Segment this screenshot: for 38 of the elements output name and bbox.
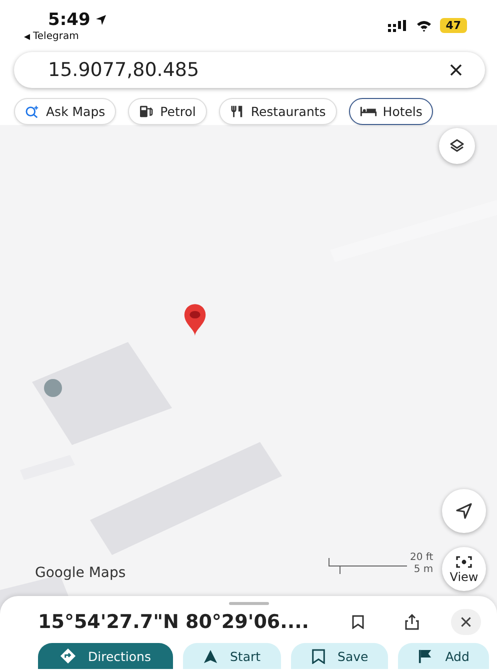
close-button[interactable] [451,609,481,635]
close-icon[interactable] [449,63,463,77]
battery-indicator: 47 [440,18,467,33]
flag-icon [418,648,434,664]
category-chip[interactable]: Ask Maps [14,98,116,125]
action-button[interactable]: Start [182,643,281,669]
category-chip[interactable]: Petrol [128,98,207,125]
wifi-icon [416,20,432,32]
action-button[interactable]: Save [290,643,388,669]
place-title: 15°54'27.7"N 80°29'06.... [38,611,310,633]
back-arrow-icon[interactable] [24,34,30,40]
bed-icon [360,106,377,117]
fuel-pump-icon [139,105,154,118]
close-icon [460,616,472,628]
search-sparkle-icon [25,105,40,118]
navigation-arrow-icon [202,648,218,664]
scale-bar-icon [328,558,408,574]
category-chip[interactable]: Hotels [348,98,434,125]
fork-knife-icon [230,105,245,118]
status-time: 5:49 [48,10,90,30]
back-to-app-link[interactable]: Telegram [33,31,79,42]
bookmark-icon [351,615,365,629]
map-attribution: Google Maps [35,565,126,581]
bookmark-icon [310,648,326,664]
location-arrow-icon [95,14,108,26]
scale-label: 20 ft [410,552,434,564]
scale-label: 5 m [414,564,434,576]
search-field[interactable]: 15.9077,80.485 [14,52,485,88]
drag-handle[interactable] [228,602,268,605]
layers-icon [449,138,465,154]
navigation-arrow-icon [455,502,473,520]
category-chip[interactable]: Restaurants [218,98,337,125]
map-pin-icon [182,303,208,337]
directions-button[interactable]: Directions [38,643,173,669]
share-icon [405,614,419,630]
signal-icon [388,20,408,32]
action-button[interactable]: Add [398,643,490,669]
camera-view-icon [456,554,472,568]
